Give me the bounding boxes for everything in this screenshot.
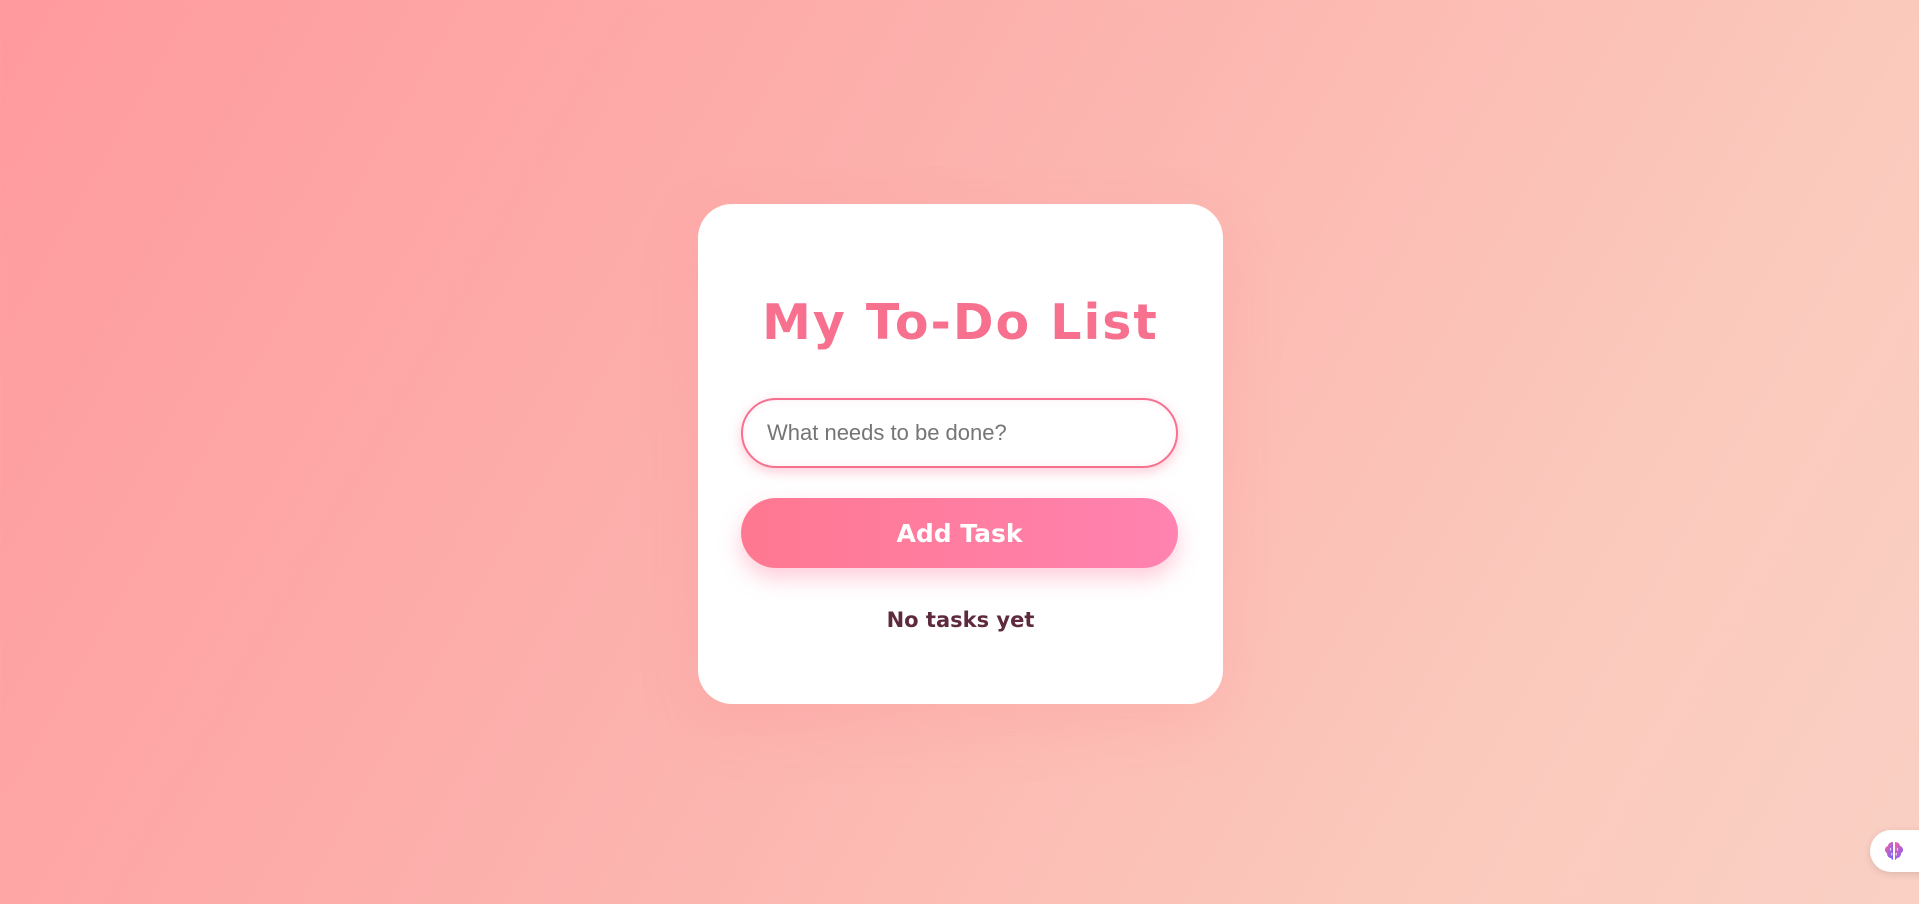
page-title: My To-Do List — [762, 294, 1159, 351]
empty-state-message: No tasks yet — [886, 608, 1035, 632]
assistant-widget[interactable] — [1870, 830, 1919, 872]
task-input[interactable] — [741, 398, 1178, 468]
brain-icon — [1882, 839, 1906, 863]
add-task-button[interactable]: Add Task — [741, 498, 1178, 568]
todo-card: My To-Do List Add Task No tasks yet — [698, 204, 1223, 704]
